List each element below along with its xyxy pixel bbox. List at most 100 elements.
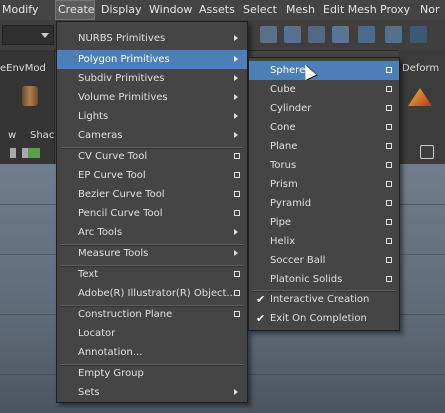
menu-item-exit-on-completion[interactable]: ✔ Exit On Completion [249,309,399,328]
ipr-icon[interactable] [410,26,427,43]
menu-item-label: Cameras [78,130,123,141]
menu-item-text[interactable]: Text [57,265,247,284]
mode-dropdown[interactable] [2,25,54,45]
menu-edit-mesh[interactable]: Edit Mesh [323,0,377,20]
option-box-icon[interactable] [234,172,240,178]
menu-item-platonic-solids[interactable]: Platonic Solids [249,270,399,289]
menu-item-soccer-ball[interactable]: Soccer Ball [249,251,399,270]
menu-item-label: Soccer Ball [270,255,326,266]
menu-item-lights[interactable]: Lights [57,107,247,126]
menu-item-helix[interactable]: Helix [249,232,399,251]
render-icon[interactable] [385,26,402,43]
option-box-icon[interactable] [386,86,392,92]
menu-item-locator[interactable]: Locator [57,324,247,343]
option-box-icon[interactable] [234,271,240,277]
menu-item-sets[interactable]: Sets [57,383,247,402]
option-box-icon[interactable] [386,276,392,282]
option-box-icon[interactable] [386,143,392,149]
menu-item-pencil-curve-tool[interactable]: Pencil Curve Tool [57,204,247,223]
left-panel: eEnvMod w Shac [0,50,55,164]
option-box-icon[interactable] [386,200,392,206]
menu-select[interactable]: Select [243,0,277,20]
panel-tools-icon[interactable] [10,148,40,158]
menu-item-label: Text [78,269,99,280]
menu-item-plane[interactable]: Plane [249,137,399,156]
menu-item-polygon-primitives[interactable]: Polygon Primitives [57,50,247,69]
menu-window[interactable]: Window [149,0,192,20]
create-menu: NURBS Primitives Polygon Primitives Subd… [56,21,248,403]
option-box-icon[interactable] [386,257,392,263]
menu-normals[interactable]: Nor [420,0,439,20]
menu-item-torus[interactable]: Torus [249,156,399,175]
menu-item-label: Torus [270,160,297,171]
submenu-arrow-icon [234,389,238,395]
menu-mesh[interactable]: Mesh [286,0,315,20]
menu-item-cv-curve-tool[interactable]: CV Curve Tool [57,147,247,166]
menu-item-pipe[interactable]: Pipe [249,213,399,232]
menu-display[interactable]: Display [101,0,142,20]
menu-assets[interactable]: Assets [199,0,235,20]
right-shelf: Deform [398,50,445,164]
menu-item-measure-tools[interactable]: Measure Tools [57,244,247,263]
menu-item-label: Cylinder [270,103,312,114]
menu-item-annotation[interactable]: Annotation... [57,343,247,362]
menu-item-label: Sphere [270,65,306,76]
menu-proxy[interactable]: Proxy [380,0,410,20]
submenu-arrow-icon [234,56,238,62]
panel-label-w: w [8,130,17,141]
submenu-arrow-icon [234,94,238,100]
shelf-tab-right[interactable]: Deform [402,63,439,74]
menu-item-ep-curve-tool[interactable]: EP Curve Tool [57,166,247,185]
polygon-primitives-submenu: Sphere Cube Cylinder Cone Plane Torus Pr… [248,57,400,331]
menu-item-pyramid[interactable]: Pyramid [249,194,399,213]
option-box-icon[interactable] [386,105,392,111]
option-box-icon[interactable] [386,162,392,168]
submenu-arrow-icon [234,75,238,81]
option-box-icon[interactable] [386,181,392,187]
menu-item-empty-group[interactable]: Empty Group [57,364,247,383]
option-box-icon[interactable] [386,238,392,244]
option-box-icon[interactable] [234,191,240,197]
menu-item-label: Subdiv Primitives [78,73,165,84]
menu-item-cone[interactable]: Cone [249,118,399,137]
menu-bar: Modify Create Display Window Assets Sele… [0,0,445,21]
menu-item-label: Adobe(R) Illustrator(R) Object... [78,288,236,299]
menu-item-label: Pyramid [270,198,312,209]
menu-item-nurbs-primitives[interactable]: NURBS Primitives [57,29,247,48]
barrel-icon[interactable] [22,86,38,106]
menu-item-sphere[interactable]: Sphere [249,61,399,80]
menu-item-cylinder[interactable]: Cylinder [249,99,399,118]
submenu-arrow-icon [234,229,238,235]
deform-icon[interactable] [408,88,432,106]
option-box-icon[interactable] [234,311,240,317]
snap-curve-icon[interactable] [284,26,301,43]
menu-item-subdiv-primitives[interactable]: Subdiv Primitives [57,69,247,88]
menu-item-cube[interactable]: Cube [249,80,399,99]
menu-item-volume-primitives[interactable]: Volume Primitives [57,88,247,107]
menu-item-label: Prism [270,179,298,190]
menu-item-adobe-illustrator-object[interactable]: Adobe(R) Illustrator(R) Object... [57,284,247,303]
panel-label-shading[interactable]: Shac [30,130,54,141]
menu-item-label: CV Curve Tool [78,151,148,162]
option-box-icon[interactable] [386,67,392,73]
option-box-icon[interactable] [234,290,240,296]
menu-item-interactive-creation[interactable]: ✔ Interactive Creation [249,290,399,309]
menu-modify[interactable]: Modify [2,0,38,20]
snap-point-icon[interactable] [308,26,325,43]
menu-item-label: Measure Tools [78,248,149,259]
option-box-icon[interactable] [386,219,392,225]
menu-item-prism[interactable]: Prism [249,175,399,194]
snap-grid-icon[interactable] [260,26,277,43]
option-box-icon[interactable] [234,210,240,216]
history-icon[interactable] [358,26,375,43]
menu-item-construction-plane[interactable]: Construction Plane [57,305,247,324]
menu-item-bezier-curve-tool[interactable]: Bezier Curve Tool [57,185,247,204]
menu-item-arc-tools[interactable]: Arc Tools [57,223,247,242]
snap-surface-icon[interactable] [332,26,349,43]
option-box-icon[interactable] [234,153,240,159]
view-icon[interactable] [420,145,434,159]
menu-item-cameras[interactable]: Cameras [57,126,247,145]
shelf-tab-left[interactable]: eEnvMod [0,63,46,74]
menu-create[interactable]: Create [55,0,95,20]
option-box-icon[interactable] [386,124,392,130]
